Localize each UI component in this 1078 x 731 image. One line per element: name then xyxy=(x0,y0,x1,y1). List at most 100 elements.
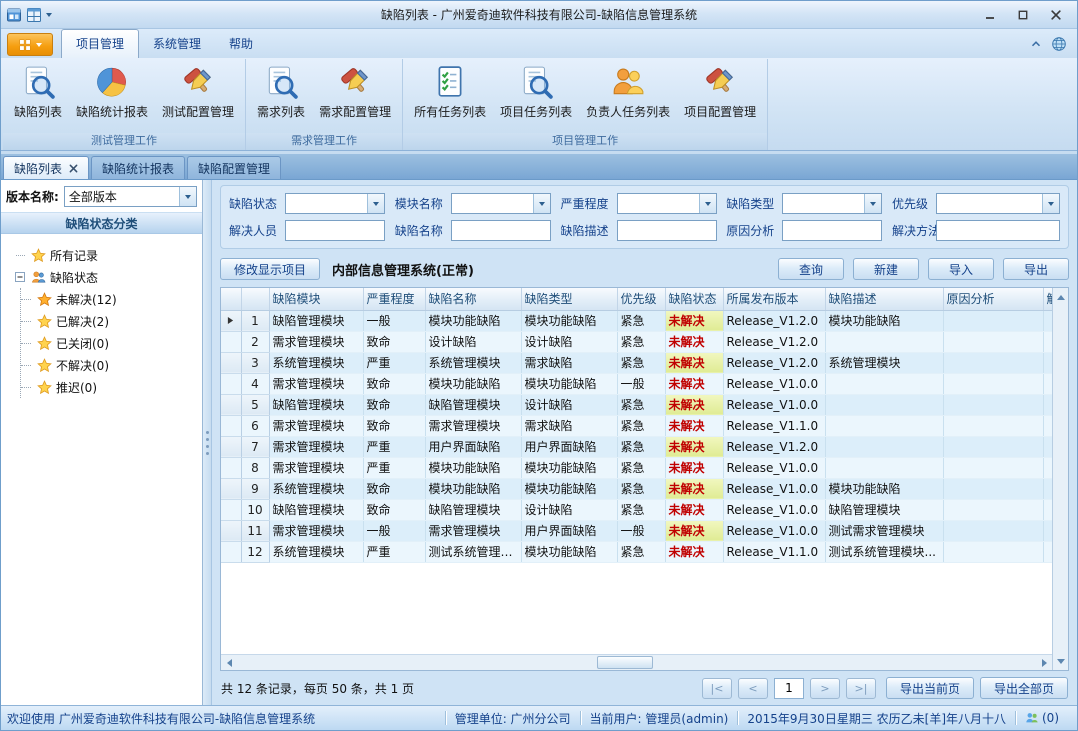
grid-cell[interactable]: 致命 xyxy=(363,394,425,415)
table-row[interactable]: 4需求管理模块致命模块功能缺陷模块功能缺陷一般未解决Release_V1.0.0 xyxy=(221,373,1052,394)
grid-cell[interactable]: 系统管理模块 xyxy=(425,352,521,373)
grid-cell[interactable]: 未解决 xyxy=(665,331,723,352)
grid-cell[interactable]: 未解决 xyxy=(665,520,723,541)
grid-cell[interactable]: 模块功能缺陷 xyxy=(521,541,617,562)
export-all-pages-button[interactable]: 导出全部页 xyxy=(980,677,1068,699)
grid-cell[interactable] xyxy=(943,457,1043,478)
grid-cell[interactable]: 需求管理模块 xyxy=(425,520,521,541)
table-row[interactable]: 7需求管理模块严重用户界面缺陷用户界面缺陷紧急未解决Release_V1.2.0 xyxy=(221,436,1052,457)
grid-cell[interactable] xyxy=(1043,331,1052,352)
dropdown-button[interactable] xyxy=(864,194,881,213)
scroll-right-icon[interactable] xyxy=(1036,656,1052,670)
grid-cell[interactable]: 模块功能缺陷 xyxy=(825,310,943,331)
column-header-severity[interactable]: 严重程度 xyxy=(363,288,425,310)
grid-cell[interactable]: 模块功能缺陷 xyxy=(521,373,617,394)
vertical-scrollbar[interactable] xyxy=(1052,288,1068,670)
table-row[interactable]: 12系统管理模块严重测试系统管理模...模块功能缺陷紧急未解决Release_V… xyxy=(221,541,1052,562)
row-indicator[interactable] xyxy=(221,310,241,331)
grid-cell[interactable] xyxy=(1043,394,1052,415)
grid-cell[interactable] xyxy=(825,331,943,352)
app-menu-button[interactable] xyxy=(7,33,53,56)
grid-cell[interactable]: Release_V1.0.0 xyxy=(723,478,825,499)
priority-filter-select[interactable] xyxy=(936,193,1060,214)
row-indicator[interactable] xyxy=(221,436,241,457)
grid-cell[interactable] xyxy=(1043,373,1052,394)
grid-cell[interactable]: 紧急 xyxy=(617,457,665,478)
grid-cell[interactable] xyxy=(943,541,1043,562)
version-select[interactable]: 全部版本 xyxy=(64,186,197,207)
grid-cell[interactable] xyxy=(1043,457,1052,478)
defect-name-input[interactable] xyxy=(451,220,551,241)
grid-cell[interactable]: 紧急 xyxy=(617,310,665,331)
grid-cell[interactable]: Release_V1.1.0 xyxy=(723,541,825,562)
tree-item-closed[interactable]: 已关闭(0) xyxy=(21,332,198,354)
grid-cell[interactable]: 未解决 xyxy=(665,310,723,331)
ribbon-button-requirement-list[interactable]: 需求列表 xyxy=(250,62,312,122)
grid-cell[interactable]: 设计缺陷 xyxy=(521,394,617,415)
grid-cell[interactable]: 用户界面缺陷 xyxy=(521,436,617,457)
grid-cell[interactable] xyxy=(825,373,943,394)
layout-icon[interactable] xyxy=(26,7,42,23)
row-indicator[interactable] xyxy=(221,331,241,352)
grid-cell[interactable]: 致命 xyxy=(363,415,425,436)
grid-cell[interactable]: 未解决 xyxy=(665,499,723,520)
row-indicator[interactable] xyxy=(221,457,241,478)
row-indicator[interactable] xyxy=(221,499,241,520)
scrollbar-track[interactable] xyxy=(237,655,1036,670)
grid-cell[interactable]: 系统管理模块 xyxy=(269,478,363,499)
grid-cell[interactable]: 致命 xyxy=(363,373,425,394)
grid-cell[interactable]: 紧急 xyxy=(617,352,665,373)
table-row[interactable]: 6需求管理模块致命需求管理模块需求缺陷紧急未解决Release_V1.1.0 xyxy=(221,415,1052,436)
grid-cell[interactable]: 需求缺陷 xyxy=(521,415,617,436)
grid-cell[interactable] xyxy=(943,394,1043,415)
grid-cell[interactable]: 测试系统管理模块... xyxy=(825,541,943,562)
dropdown-button[interactable] xyxy=(1042,194,1059,213)
scroll-left-icon[interactable] xyxy=(221,656,237,670)
grid-cell[interactable]: 模块功能缺陷 xyxy=(521,478,617,499)
grid-cell[interactable]: 需求缺陷 xyxy=(521,352,617,373)
globe-icon[interactable] xyxy=(1051,36,1067,52)
modify-columns-button[interactable]: 修改显示项目 xyxy=(220,258,320,280)
grid-cell[interactable]: 模块功能缺陷 xyxy=(825,478,943,499)
page-number-input[interactable] xyxy=(774,678,804,699)
grid-cell[interactable] xyxy=(825,436,943,457)
horizontal-scrollbar[interactable] xyxy=(221,654,1052,670)
grid-cell[interactable]: 紧急 xyxy=(617,541,665,562)
tree-item-all-records[interactable]: 所有记录 xyxy=(13,244,198,266)
first-page-button[interactable]: |< xyxy=(702,678,732,699)
column-header-defect-name[interactable]: 缺陷名称 xyxy=(425,288,521,310)
tab-project-management[interactable]: 项目管理 xyxy=(61,29,139,58)
grid-cell[interactable]: 用户界面缺陷 xyxy=(521,520,617,541)
grid-cell[interactable]: 需求管理模块 xyxy=(269,415,363,436)
grid-cell[interactable] xyxy=(1043,436,1052,457)
import-button[interactable]: 导入 xyxy=(928,258,994,280)
defect-type-filter-select[interactable] xyxy=(782,193,882,214)
grid-cell[interactable]: 未解决 xyxy=(665,415,723,436)
grid-cell[interactable]: 一般 xyxy=(617,520,665,541)
tab-close-icon[interactable] xyxy=(69,164,78,173)
grid-cell[interactable]: 未解决 xyxy=(665,457,723,478)
defect-desc-input[interactable] xyxy=(617,220,717,241)
grid-cell[interactable]: 缺陷管理模块 xyxy=(269,394,363,415)
grid-cell[interactable]: 严重 xyxy=(363,352,425,373)
grid-cell[interactable]: 模块功能缺陷 xyxy=(425,310,521,331)
export-button[interactable]: 导出 xyxy=(1003,258,1069,280)
grid-cell[interactable] xyxy=(1043,352,1052,373)
column-header-release-version[interactable]: 所属发布版本 xyxy=(723,288,825,310)
grid-cell[interactable]: 设计缺陷 xyxy=(521,331,617,352)
scroll-up-icon[interactable] xyxy=(1053,290,1069,304)
grid-cell[interactable]: Release_V1.2.0 xyxy=(723,331,825,352)
close-button[interactable] xyxy=(1039,4,1072,26)
row-indicator[interactable] xyxy=(221,520,241,541)
column-header-defect-type[interactable]: 缺陷类型 xyxy=(521,288,617,310)
module-name-filter-select[interactable] xyxy=(451,193,551,214)
tree-item-defect-status[interactable]: 缺陷状态 xyxy=(13,266,198,288)
grid-cell[interactable] xyxy=(825,394,943,415)
grid-cell[interactable] xyxy=(1043,415,1052,436)
grid-cell[interactable]: 缺陷管理模块 xyxy=(269,499,363,520)
grid-cell[interactable] xyxy=(943,352,1043,373)
grid-cell[interactable] xyxy=(943,310,1043,331)
column-header-module[interactable]: 缺陷模块 xyxy=(269,288,363,310)
cause-analysis-input[interactable] xyxy=(782,220,882,241)
grid-cell[interactable]: 未解决 xyxy=(665,436,723,457)
